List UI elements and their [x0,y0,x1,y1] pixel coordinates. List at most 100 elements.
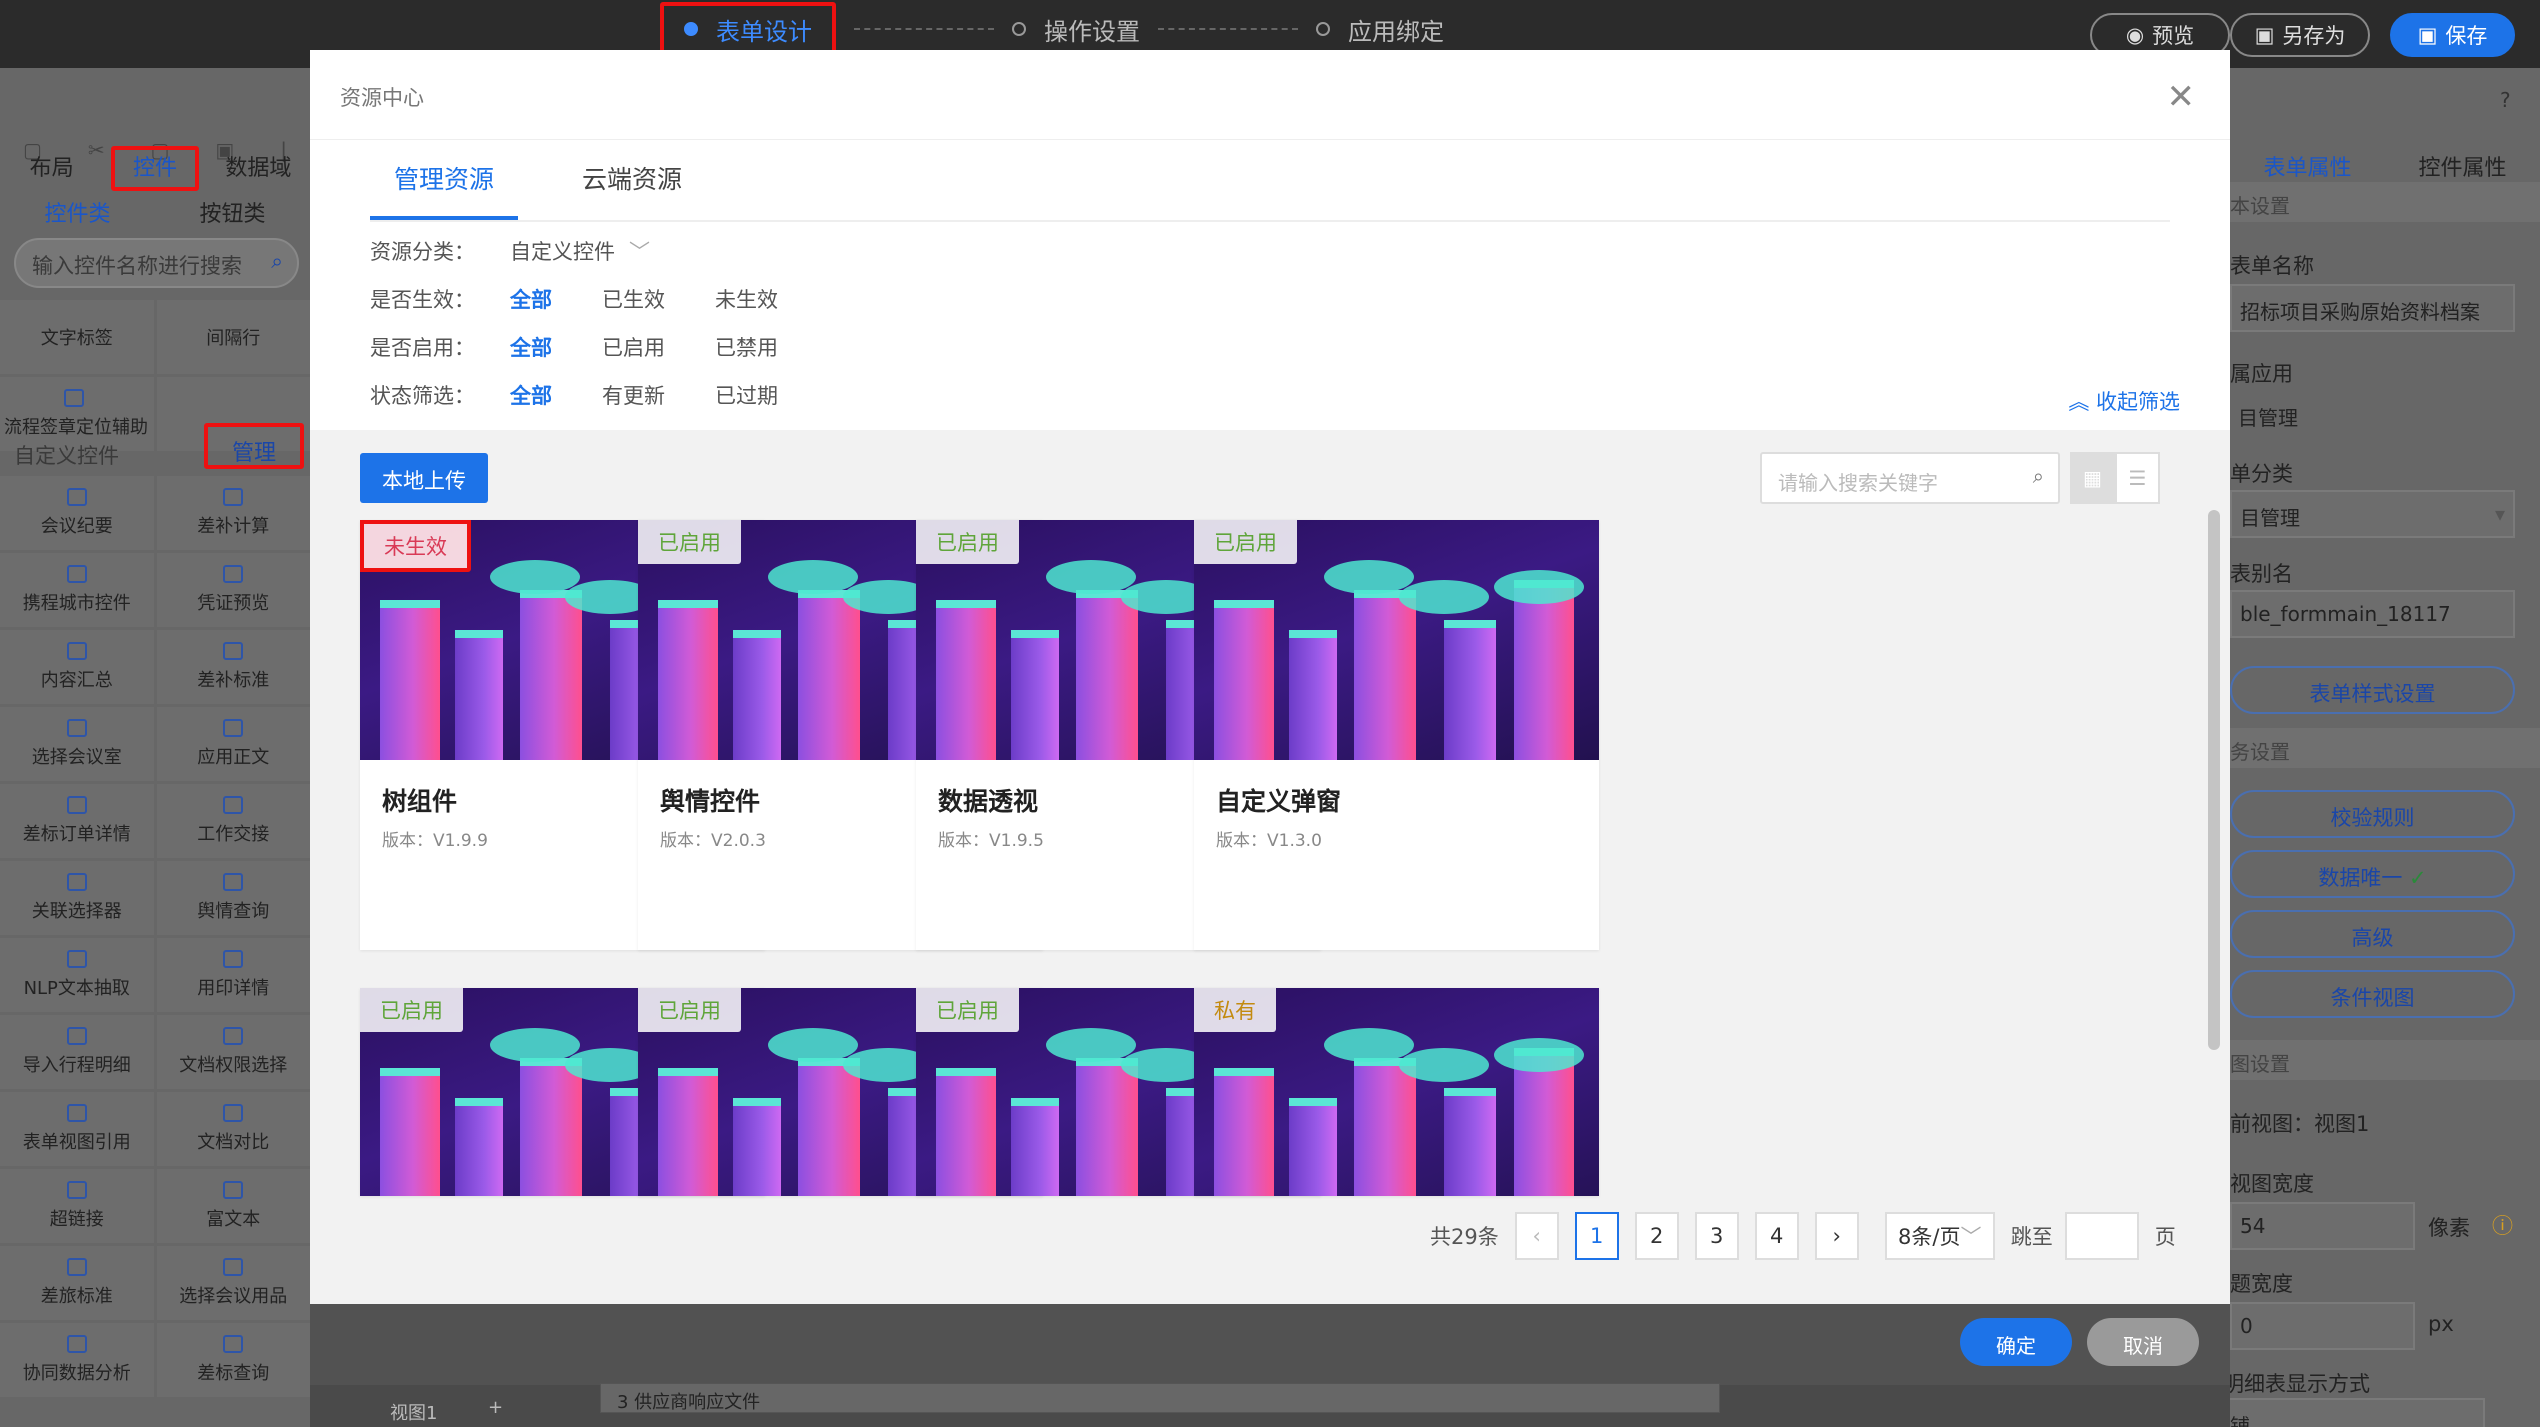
building-illustration [520,1058,582,1196]
info-icon[interactable]: ⓘ [2492,1210,2513,1240]
filter-option[interactable]: 全部 [510,284,552,314]
validation-rules-button[interactable]: 校验规则 [2230,790,2515,838]
subtab-controls[interactable]: 控件类 [0,186,155,238]
glow-illustration [1494,1038,1584,1072]
local-upload-button[interactable]: 本地上传 [360,453,488,503]
control-item[interactable]: 选择会议用品 [156,1246,310,1320]
scrollbar[interactable] [2208,510,2220,1050]
control-item[interactable]: 表单视图引用 [0,1092,154,1166]
control-item[interactable]: 差补标准 [156,630,310,704]
control-search-input[interactable]: 输入控件名称进行搜索 ⌕ [14,238,299,288]
subtab-buttons[interactable]: 按钮类 [155,186,310,238]
building-illustration [1444,620,1496,760]
advanced-button[interactable]: 高级 [2230,910,2515,958]
page-button[interactable]: 3 [1694,1212,1739,1260]
prev-page-button[interactable]: ‹ [1514,1212,1559,1260]
table-alias-field[interactable]: ble_formmain_18117 [2230,590,2515,638]
confirm-button[interactable]: 确定 [1960,1318,2072,1366]
status-badge: 已启用 [916,520,1019,564]
building-illustration [1354,590,1416,760]
step-form-design[interactable]: 表单设计 [660,1,836,57]
manage-link[interactable]: 管理 [204,423,304,469]
filter-option[interactable]: 已禁用 [715,332,778,362]
control-icon [66,1258,87,1276]
page-button[interactable]: 1 [1574,1212,1619,1260]
building-illustration [733,630,781,760]
save-button[interactable]: ▣ 保存 [2390,13,2515,57]
building-illustration [455,630,503,760]
control-item[interactable]: 关联选择器 [0,861,154,935]
control-item[interactable]: 文档权限选择 [156,1015,310,1089]
condition-view-button[interactable]: 条件视图 [2230,970,2515,1018]
building-illustration [1514,580,1574,760]
page-button[interactable]: 2 [1634,1212,1679,1260]
view-width-field[interactable]: 54 [2230,1202,2415,1250]
form-name-field[interactable]: 招标项目采购原始资料档案 [2230,284,2515,332]
control-item[interactable]: 文档对比 [156,1092,310,1166]
app-value: 目管理 [2238,406,2298,430]
grid-view-icon[interactable]: ▦ [2070,452,2115,504]
control-item[interactable]: 差标查询 [156,1323,310,1397]
tab-layout[interactable]: 布局 [0,140,103,192]
category-select[interactable]: 自定义控件 [510,236,615,266]
control-item[interactable]: 舆情查询 [156,861,310,935]
control-item[interactable]: 应用正文 [156,707,310,781]
category-select[interactable]: 目管理 ▾ [2230,490,2515,538]
data-unique-button[interactable]: 数据唯一 ✓ [2230,850,2515,898]
control-item[interactable]: 会议纪要 [0,476,154,550]
next-page-button[interactable]: › [1814,1212,1859,1260]
resource-card[interactable]: 已启用 自定义弹窗 版本：V1.3.0 [1194,520,1599,950]
keyword-search-input[interactable]: 请输入搜索关键字 ⌕ [1760,452,2060,504]
filter-option[interactable]: 全部 [510,332,552,362]
help-icon[interactable]: ? [2500,88,2511,112]
control-item[interactable]: 凭证预览 [156,553,310,627]
view-tab[interactable]: 视图1 [390,1399,437,1425]
search-icon[interactable]: ⌕ [271,249,283,274]
control-item[interactable]: 差补计算 [156,476,310,550]
control-icon [66,719,87,737]
control-item[interactable]: 间隔行 [156,300,310,374]
collapse-filter-link[interactable]: ︽ 收起筛选 [2068,386,2180,416]
filter-option[interactable]: 已过期 [715,380,778,410]
filter-option[interactable]: 有更新 [602,380,665,410]
step-app-binding[interactable]: 应用绑定 [1316,12,1444,47]
resource-card[interactable]: 私有 [1194,988,1599,1196]
control-item[interactable]: 富文本 [156,1169,310,1243]
page-size-select[interactable]: 8条/页 ﹀ [1884,1212,1995,1260]
control-item[interactable]: NLP文本抽取 [0,938,154,1012]
filter-option[interactable]: 未生效 [715,284,778,314]
filter-option[interactable]: 已生效 [602,284,665,314]
tab-cloud-resources[interactable]: 云端资源 [558,150,706,220]
tab-managed-resources[interactable]: 管理资源 [370,150,519,220]
step-operation-settings[interactable]: 操作设置 [1012,12,1140,47]
control-item[interactable]: 内容汇总 [0,630,154,704]
save-as-button[interactable]: ▣ 另存为 [2230,13,2370,57]
page-button[interactable]: 4 [1754,1212,1799,1260]
bottom-bar: 3 供应商响应文件 视图1 + [310,1383,2230,1427]
tab-controls[interactable]: 控件 [103,140,206,192]
control-item[interactable]: 选择会议室 [0,707,154,781]
form-style-button[interactable]: 表单样式设置 [2230,666,2515,714]
detail-display-select[interactable]: 平铺 [2200,1398,2485,1427]
card-thumbnail: 私有 [1194,988,1599,1196]
control-item[interactable]: 携程城市控件 [0,553,154,627]
control-item[interactable]: 文字标签 [0,300,154,374]
close-icon[interactable]: ✕ [2167,80,2196,114]
tab-data-domain[interactable]: 数据域 [207,140,310,192]
add-view-icon[interactable]: + [488,1397,503,1418]
control-item[interactable]: 工作交接 [156,784,310,858]
control-item[interactable]: 用印详情 [156,938,310,1012]
cancel-button[interactable]: 取消 [2087,1318,2199,1366]
control-item[interactable]: 导入行程明细 [0,1015,154,1089]
control-item[interactable]: 协同数据分析 [0,1323,154,1397]
col-width-field[interactable]: 0 [2230,1302,2415,1350]
control-item[interactable]: 差旅标准 [0,1246,154,1320]
control-item[interactable]: 超链接 [0,1169,154,1243]
jump-page-input[interactable] [2064,1212,2139,1260]
filter-option[interactable]: 已启用 [602,332,665,362]
search-icon[interactable]: ⌕ [2033,464,2044,488]
filter-option[interactable]: 全部 [510,380,552,410]
eye-icon: ◉ [2125,23,2145,47]
control-item[interactable]: 差标订单详情 [0,784,154,858]
list-view-icon[interactable]: ☰ [2115,452,2160,504]
